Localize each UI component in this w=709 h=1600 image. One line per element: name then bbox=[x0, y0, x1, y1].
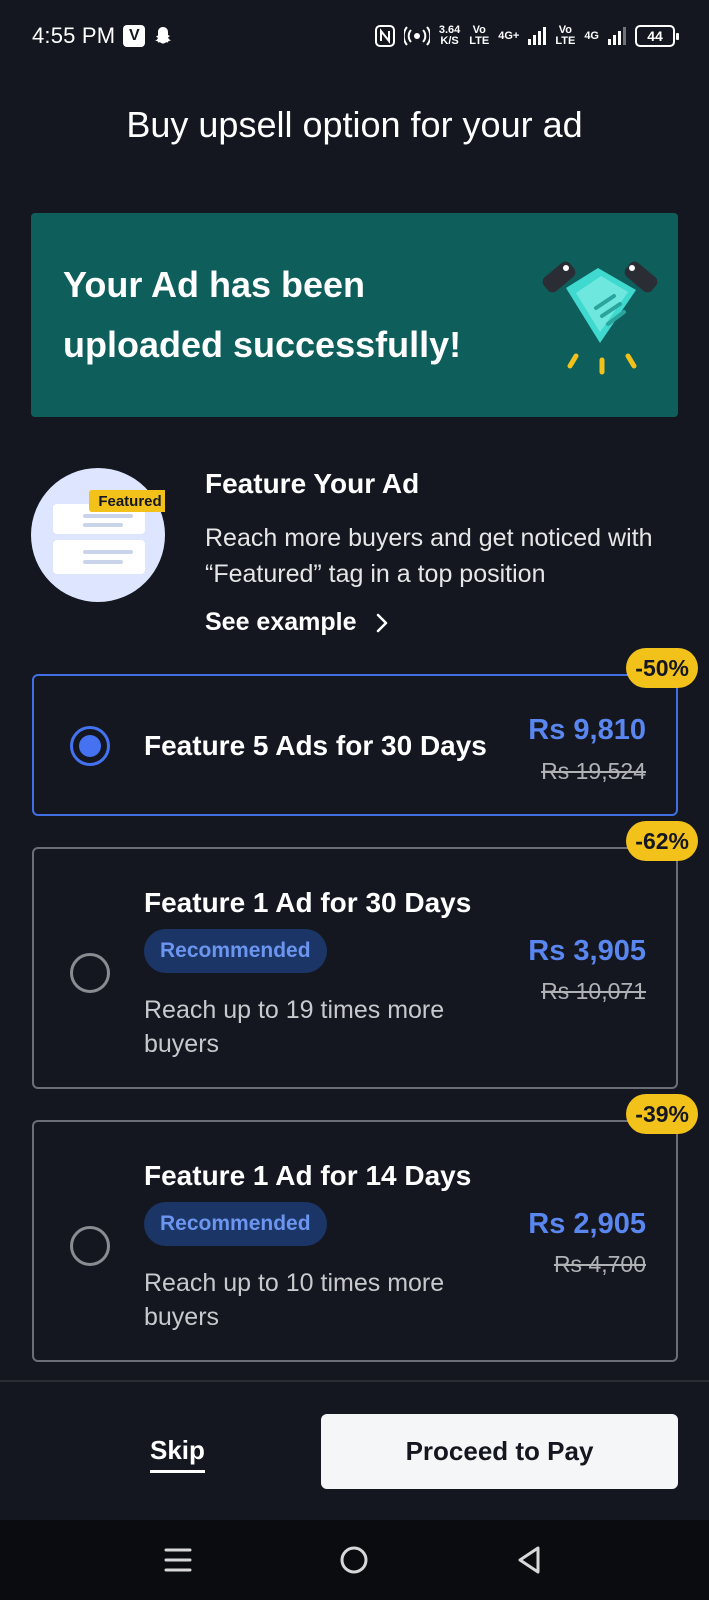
option-old-price: Rs 19,524 bbox=[541, 758, 646, 784]
feature-title: Feature Your Ad bbox=[205, 468, 420, 499]
radio-unselected[interactable] bbox=[70, 1226, 110, 1266]
volte-1: Vo LTE bbox=[469, 25, 489, 47]
chevron-right-icon bbox=[376, 613, 387, 632]
option-title: Feature 1 Ad for 30 Days bbox=[144, 887, 472, 918]
snapchat-ghost-icon bbox=[155, 27, 172, 44]
discount-badge: -50% bbox=[626, 648, 698, 688]
option-old-price: Rs 10,071 bbox=[541, 978, 646, 1004]
option-old-price: Rs 4,700 bbox=[553, 1251, 646, 1277]
recommended-badge: Recommended bbox=[144, 929, 327, 973]
success-message: Your Ad has been uploaded successfully! bbox=[63, 264, 462, 365]
discount-badge: -39% bbox=[626, 1094, 698, 1134]
system-nav-bar bbox=[0, 1520, 709, 1600]
volte-1-lte: LTE bbox=[469, 35, 490, 47]
radio-selected[interactable] bbox=[70, 726, 110, 766]
status-bar: 4:55 PM V 3.64 K/S Vo LTE 4G+ Vo LTE 4G … bbox=[0, 0, 709, 72]
option-title: Feature 1 Ad for 14 Days bbox=[144, 1160, 472, 1191]
network-speed: 3.64 K/S bbox=[439, 25, 460, 47]
option-subtitle: Reach up to 10 times more buyers bbox=[144, 1269, 445, 1331]
footer-divider bbox=[0, 1380, 709, 1382]
status-right: 3.64 K/S Vo LTE 4G+ Vo LTE 4G 44 bbox=[374, 25, 679, 47]
hotspot-icon bbox=[403, 26, 430, 46]
network-type-2-label: 4G bbox=[584, 29, 599, 42]
network-type-1: 4G+ bbox=[498, 29, 520, 42]
option-card-1-ad-14-days[interactable]: Feature 1 Ad for 14 Days Recommended Rea… bbox=[32, 1094, 698, 1362]
option-price: Rs 2,905 bbox=[528, 1208, 646, 1240]
recent-apps-icon[interactable] bbox=[158, 1540, 198, 1580]
radio-unselected[interactable] bbox=[70, 953, 110, 993]
featured-tag-text: Featured bbox=[98, 493, 161, 510]
see-example-label: See example bbox=[205, 608, 357, 636]
featured-ad-illustration: Featured bbox=[31, 468, 165, 602]
battery-icon: 44 bbox=[635, 25, 679, 47]
option-subtitle: Reach up to 19 times more buyers bbox=[144, 996, 445, 1058]
option-price: Rs 3,905 bbox=[528, 935, 646, 967]
volte-2-lte: LTE bbox=[555, 35, 576, 47]
network-type-1-label: 4G+ bbox=[498, 29, 520, 42]
volte-2: Vo LTE bbox=[555, 25, 575, 47]
recommended-badge: Recommended bbox=[144, 1202, 327, 1246]
network-type-2: 4G bbox=[584, 29, 599, 42]
signal-2-icon bbox=[608, 27, 626, 45]
network-speed-unit: K/S bbox=[440, 35, 459, 47]
battery-level: 44 bbox=[647, 28, 663, 44]
home-icon[interactable] bbox=[334, 1540, 374, 1580]
nfc-icon bbox=[374, 25, 395, 47]
see-example-link[interactable]: See example bbox=[205, 608, 389, 637]
page-title: Buy upsell option for your ad bbox=[126, 104, 583, 145]
discount-badge: -62% bbox=[626, 821, 698, 861]
back-icon[interactable] bbox=[510, 1540, 550, 1580]
signal-1-icon bbox=[528, 27, 547, 45]
option-price: Rs 9,810 bbox=[528, 714, 646, 746]
skip-button[interactable]: Skip bbox=[150, 1435, 205, 1473]
option-card-1-ad-30-days[interactable]: Feature 1 Ad for 30 Days Recommended Rea… bbox=[32, 821, 698, 1089]
option-title: Feature 5 Ads for 30 Days bbox=[144, 730, 487, 761]
status-time: 4:55 PM bbox=[32, 23, 116, 48]
option-card-5-ads-30-days[interactable]: Feature 5 Ads for 30 Days Rs 9,810 Rs 19… bbox=[32, 648, 698, 816]
success-banner: Your Ad has been uploaded successfully! bbox=[31, 213, 678, 417]
handshake-icon bbox=[542, 261, 658, 375]
proceed-to-pay-button[interactable]: Proceed to Pay bbox=[321, 1414, 678, 1489]
status-left: 4:55 PM V bbox=[32, 23, 173, 49]
feature-description: Reach more buyers and get noticed with “… bbox=[205, 524, 653, 588]
vpn-v-icon: V bbox=[123, 25, 146, 47]
